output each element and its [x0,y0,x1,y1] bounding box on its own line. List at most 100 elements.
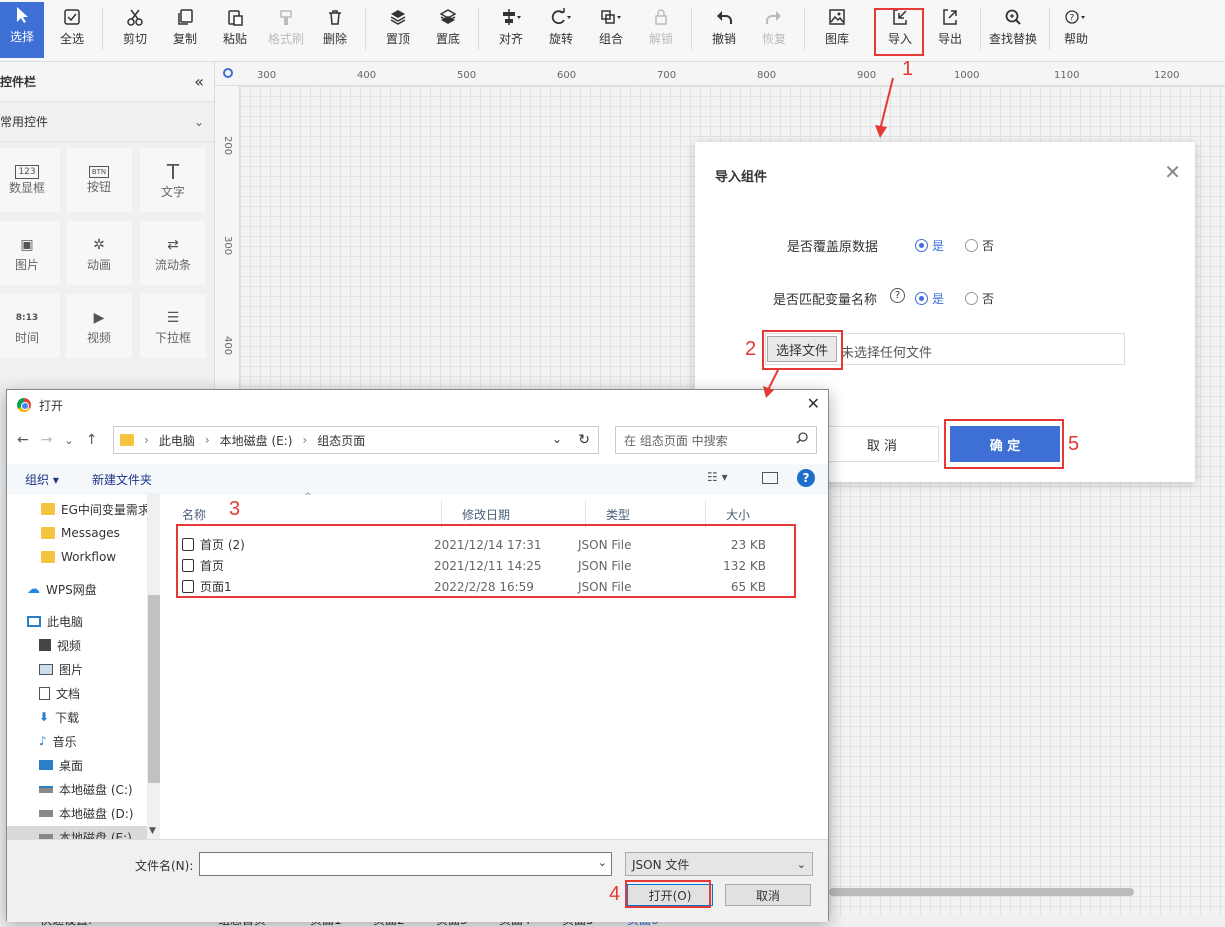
search-input[interactable]: 在 组态页面 中搜索 [615,426,817,454]
breadcrumb-drive-e[interactable]: 本地磁盘 (E:) [220,432,293,449]
collapse-sidebar-icon[interactable]: « [194,72,204,91]
annotation-box-file-list [176,524,796,598]
tree-item-desktop[interactable]: 桌面 [39,754,83,776]
annotation-number: 3 [229,498,241,520]
annotation-box-confirm [944,419,1064,469]
close-icon[interactable]: ✕ [1164,160,1181,184]
overwrite-no-radio[interactable]: 否 [965,237,994,254]
tree-item-wps-cloud[interactable]: ☁ WPS网盘 [27,578,97,600]
control-button[interactable]: BTN 按钮 [66,148,132,212]
filename-input[interactable]: ⌄ [199,852,612,876]
format-brush-button[interactable]: 格式刷 [263,4,309,56]
tree-item-pictures[interactable]: 图片 [39,658,83,680]
layer-bottom-icon [439,4,457,30]
control-dropdown[interactable]: ☰ 下拉框 [140,294,206,358]
filetype-select[interactable]: JSON 文件 ⌄ [625,852,813,876]
trash-icon [326,4,344,30]
flow-bar-icon: ⇄ [167,236,179,253]
control-group-header[interactable]: 常用控件 ⌄ [0,102,214,142]
no-file-selected-text: 未选择任何文件 [841,346,933,361]
tree-item-documents[interactable]: 文档 [39,682,80,704]
chevron-down-icon: ⌄ [796,857,806,871]
control-text[interactable]: T 文字 [140,148,206,212]
cloud-icon: ☁ [27,581,40,597]
tree-item-folder[interactable]: Messages [41,522,120,544]
tree-scrollbar-thumb[interactable] [148,595,160,783]
sidebar-header: 控件栏 « [0,62,214,102]
tree-item-folder[interactable]: EG中间变量需求 [41,498,150,520]
modal-title: 导入组件 [715,170,768,185]
canvas-horizontal-scrollbar[interactable] [829,888,1134,896]
help-icon[interactable]: ? [797,469,815,487]
match-no-radio[interactable]: 否 [965,290,994,307]
send-to-bottom-button[interactable]: 置底 [426,4,470,56]
organize-button[interactable]: 组织 ▾ [25,471,59,488]
time-icon: 8:13 [15,312,39,323]
navigation-tree: EG中间变量需求 Messages Workflow ☁ WPS网盘 此电脑 视频… [7,494,160,839]
select-tool-button[interactable]: 选择 [0,2,44,58]
breadcrumb-this-pc[interactable]: 此电脑 [159,432,195,449]
annotation-number: 5 [1068,433,1080,455]
control-animation[interactable]: ✲ 动画 [66,221,132,285]
chrome-icon [17,398,31,412]
breadcrumb-folder[interactable]: 组态页面 [317,432,365,449]
layer-top-icon [389,4,407,30]
tree-item-drive-e[interactable]: 本地磁盘 (E:) [7,826,147,839]
control-numeric-display[interactable]: 123 数显框 [0,148,60,212]
new-folder-button[interactable]: 新建文件夹 [92,471,152,488]
tree-item-downloads[interactable]: ⬇ 下载 [39,706,79,728]
export-button[interactable]: 导出 [928,4,972,56]
overwrite-label: 是否覆盖原数据 [787,240,879,255]
help-icon[interactable]: ? [890,288,905,303]
dialog-close-icon[interactable]: ✕ [807,394,820,413]
help-button[interactable]: ? 帮助 [1054,4,1098,56]
tree-item-music[interactable]: ♪ 音乐 [39,730,77,752]
scroll-down-icon[interactable]: ▼ [149,826,156,836]
forward-arrow-icon[interactable]: → [41,432,53,448]
gallery-button[interactable]: 图库 [815,4,859,56]
tree-item-drive-c[interactable]: 本地磁盘 (C:) [39,778,133,800]
paste-button[interactable]: 粘贴 [213,4,257,56]
recent-locations-icon[interactable]: ⌄ [64,434,73,447]
tree-item-this-pc[interactable]: 此电脑 [27,610,83,632]
align-button[interactable]: 对齐 [489,4,533,56]
control-image[interactable]: ▣ 图片 [0,221,60,285]
tree-item-videos[interactable]: 视频 [39,634,81,656]
folder-icon [41,527,55,539]
control-time[interactable]: 8:13 时间 [0,294,60,358]
match-variable-label: 是否匹配变量名称 [773,293,878,308]
undo-button[interactable]: 撤销 [702,4,746,56]
dialog-cancel-button[interactable]: 取消 [725,884,811,906]
computer-icon [27,615,41,627]
rotate-button[interactable]: 旋转 [539,4,583,56]
tree-item-drive-d[interactable]: 本地磁盘 (D:) [39,802,133,824]
unlock-button[interactable]: 解锁 [639,4,683,56]
select-all-button[interactable]: 全选 [50,4,94,56]
cancel-button[interactable]: 取 消 [825,426,939,462]
delete-button[interactable]: 删除 [313,4,357,56]
music-icon: ♪ [39,734,47,748]
copy-button[interactable]: 复制 [163,4,207,56]
cut-button[interactable]: 剪切 [113,4,157,56]
control-video[interactable]: ▶ 视频 [66,294,132,358]
preview-pane-icon[interactable] [762,472,778,484]
folder-icon [41,503,55,515]
group-button[interactable]: 组合 [589,4,633,56]
address-bar[interactable]: › 此电脑 › 本地磁盘 (E:) › 组态页面 ⌄ ↻ [113,426,599,454]
address-dropdown-icon[interactable]: ⌄ [552,432,562,446]
filename-dropdown-icon[interactable]: ⌄ [598,856,607,869]
redo-button[interactable]: 恢复 [752,4,796,56]
view-options-icon[interactable]: ☷ ▾ [707,470,728,484]
rotate-icon [550,4,572,30]
bring-to-top-button[interactable]: 置顶 [376,4,420,56]
back-arrow-icon[interactable]: ← [17,432,29,448]
overwrite-yes-radio[interactable]: 是 [915,237,944,254]
control-flow-bar[interactable]: ⇄ 流动条 [140,221,206,285]
up-arrow-icon[interactable]: ↑ [86,432,98,448]
help-icon: ? [1064,4,1088,30]
match-yes-radio[interactable]: 是 [915,290,944,307]
refresh-icon[interactable]: ↻ [578,432,590,448]
ruler-origin-icon [223,68,233,78]
find-replace-button[interactable]: 查找替换 [985,4,1041,56]
tree-item-folder[interactable]: Workflow [41,546,116,568]
